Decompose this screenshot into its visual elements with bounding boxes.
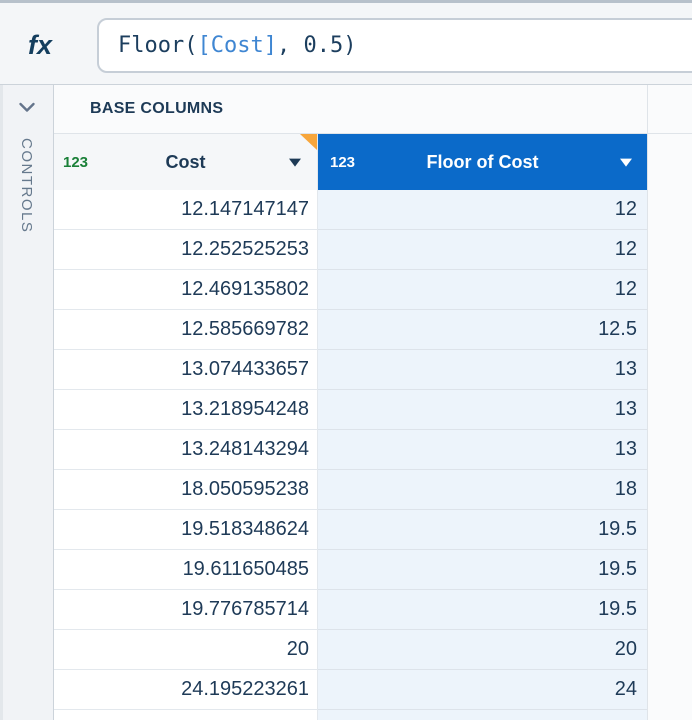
floor-of-cost-cell[interactable]: 13: [318, 350, 647, 390]
controls-panel-label[interactable]: CONTROLS: [18, 138, 35, 233]
floor-of-cost-cell[interactable]: 19.5: [318, 590, 647, 630]
table-row: 13.248143294 13: [54, 430, 692, 470]
numeric-type-icon: 123: [63, 153, 89, 171]
floor-of-cost-cell[interactable]: 12: [318, 190, 647, 230]
column-header-cost[interactable]: 123 Cost: [54, 134, 318, 190]
floor-of-cost-cell[interactable]: 12: [318, 270, 647, 310]
table-row: 12.469135802 12: [54, 270, 692, 310]
cost-cell[interactable]: 13.248143294: [54, 430, 318, 470]
spreadsheet-app: fx Floor([Cost], 0.5) CONTROLS BASE COLU…: [0, 0, 692, 720]
cost-cell[interactable]: 18.050595238: [54, 470, 318, 510]
controls-panel: CONTROLS: [0, 85, 54, 720]
table-row: 12.147147147 12: [54, 190, 692, 230]
corner-marker-icon: [300, 134, 317, 150]
floor-of-cost-cell[interactable]: 19.5: [318, 510, 647, 550]
cost-cell[interactable]: 12.252525253: [54, 230, 318, 270]
column-dropdown-icon[interactable]: [620, 158, 632, 167]
formula-column-reference: [Cost]: [197, 33, 277, 58]
column-dropdown-icon[interactable]: [289, 158, 301, 167]
table-row: 12.585669782 12.5: [54, 310, 692, 350]
table-row: 19.776785714 19.5: [54, 590, 692, 630]
column-title: Cost: [165, 151, 206, 172]
table-row: 19.518348624 19.5: [54, 510, 692, 550]
floor-of-cost-cell[interactable]: 19.5: [318, 550, 647, 590]
floor-of-cost-cell[interactable]: 13: [318, 430, 647, 470]
cost-cell[interactable]: 24.195223261: [54, 670, 318, 710]
table-area: BASE COLUMNS 123 Cost 123 Floor of Cost …: [54, 85, 692, 720]
cost-cell[interactable]: 20: [54, 630, 318, 670]
table-row: 13.218954248 13: [54, 390, 692, 430]
cost-cell[interactable]: 19.611650485: [54, 550, 318, 590]
main-area: CONTROLS BASE COLUMNS 123 Cost 123 Floor…: [0, 85, 692, 720]
table-row-partial: [54, 710, 692, 720]
cost-cell[interactable]: 13.218954248: [54, 390, 318, 430]
table-row: 20 20: [54, 630, 692, 670]
table-row: 13.074433657 13: [54, 350, 692, 390]
formula-function-text: Floor(: [118, 33, 198, 58]
fx-icon: fx: [28, 30, 53, 60]
chevron-down-icon[interactable]: [18, 100, 36, 118]
cost-cell[interactable]: 12.147147147: [54, 190, 318, 230]
cost-cell[interactable]: 19.776785714: [54, 590, 318, 630]
floor-of-cost-cell[interactable]: 18: [318, 470, 647, 510]
formula-input[interactable]: Floor([Cost], 0.5): [97, 18, 692, 73]
table-row: 18.050595238 18: [54, 470, 692, 510]
table-row: 19.611650485 19.5: [54, 550, 692, 590]
floor-of-cost-cell[interactable]: 24: [318, 670, 647, 710]
floor-of-cost-cell[interactable]: 20: [318, 630, 647, 670]
cost-cell[interactable]: 19.518348624: [54, 510, 318, 550]
numeric-type-icon: 123: [330, 153, 356, 171]
column-header-floor-of-cost[interactable]: 123 Floor of Cost: [318, 134, 647, 190]
cost-cell[interactable]: 12.585669782: [54, 310, 318, 350]
cost-cell[interactable]: 13.074433657: [54, 350, 318, 390]
formula-bar: fx Floor([Cost], 0.5): [0, 0, 692, 85]
table-row: 12.252525253 12: [54, 230, 692, 270]
section-header: BASE COLUMNS: [54, 85, 692, 134]
section-header-label: BASE COLUMNS: [90, 100, 224, 117]
table-body: 12.147147147 12 12.252525253 12 12.469135802…: [54, 190, 692, 720]
cost-cell[interactable]: 12.469135802: [54, 270, 318, 310]
floor-of-cost-cell[interactable]: 13: [318, 390, 647, 430]
floor-of-cost-cell[interactable]: [318, 710, 647, 720]
column-header-row: 123 Cost 123 Floor of Cost: [54, 134, 692, 190]
floor-of-cost-cell[interactable]: 12.5: [318, 310, 647, 350]
floor-of-cost-cell[interactable]: 12: [318, 230, 647, 270]
cost-cell[interactable]: [54, 710, 318, 720]
table-row: 24.195223261 24: [54, 670, 692, 710]
column-title: Floor of Cost: [426, 151, 539, 172]
formula-args-text: , 0.5): [276, 33, 357, 58]
